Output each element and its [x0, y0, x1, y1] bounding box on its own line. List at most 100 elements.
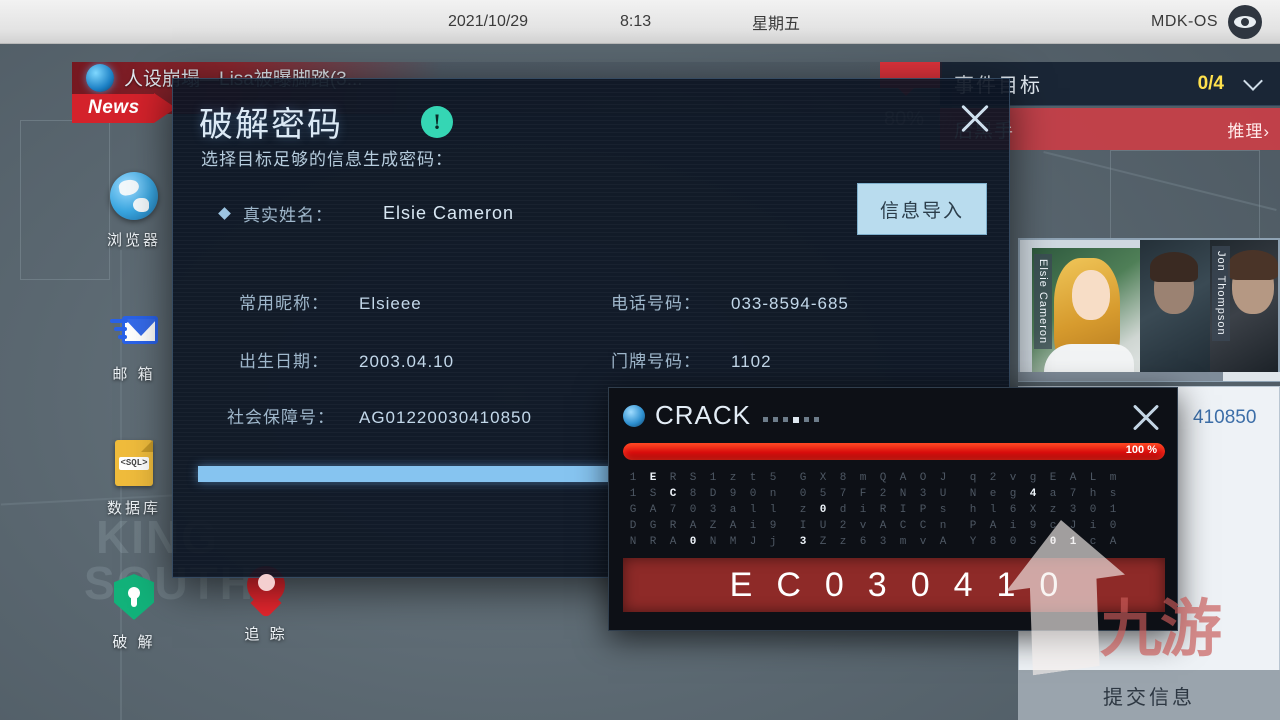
cipher-grid-cell: E [649, 472, 657, 484]
field-value: Elsieee [359, 294, 422, 313]
import-info-button[interactable]: 信息导入 [857, 183, 987, 235]
cipher-grid-cell: U [939, 488, 947, 500]
cipher-grid-cell: R [669, 472, 677, 484]
cipher-grid-cell: L [1089, 472, 1097, 484]
cipher-grid-cell: 0 [689, 504, 697, 516]
cipher-grid-cell: A [989, 520, 997, 532]
portrait-scrollbar[interactable] [1018, 372, 1280, 381]
cipher-grid-cell: 1 [709, 472, 717, 484]
cipher-grid-cell: j [769, 536, 777, 548]
cipher-grid-cell: t [749, 472, 757, 484]
cipher-grid-cell: a [729, 504, 737, 516]
cipher-grid-cell: 4 [1029, 488, 1037, 500]
loading-dots-icon [763, 416, 820, 423]
field-phone[interactable]: 电话号码： 033-8594-685 [611, 289, 849, 314]
field-label: 社会保障号： [227, 408, 335, 427]
cipher-grid-cell: G [649, 520, 657, 532]
field-value: 1102 [731, 352, 772, 371]
cipher-grid-row: 1ERS1zt5GX8mQAOJq2vgEALm [623, 470, 1165, 486]
cipher-grid-cell: A [1069, 472, 1077, 484]
cipher-grid-cell: 0 [1049, 536, 1057, 548]
field-value: 033-8594-685 [731, 294, 849, 313]
dock-label: 浏览器 [106, 232, 161, 249]
cipher-grid-cell: 7 [669, 504, 677, 516]
cipher-grid-cell: 5 [769, 472, 777, 484]
cipher-grid-cell: Z [819, 536, 827, 548]
cipher-grid-cell: F [859, 488, 867, 500]
cipher-grid-cell: m [859, 472, 867, 484]
cipher-grid-cell: N [899, 488, 907, 500]
portrait-card[interactable] [1140, 240, 1210, 380]
info-ssn-fragment: 410850 [1193, 407, 1257, 428]
close-icon[interactable] [1125, 396, 1167, 438]
crack-progress-percent: 100 % [1125, 444, 1157, 456]
cipher-grid-cell: 8 [839, 472, 847, 484]
close-icon[interactable] [951, 95, 997, 141]
crack-panel-title: CRACK [655, 400, 752, 430]
cipher-grid-cell: 5 [819, 488, 827, 500]
field-nickname[interactable]: 常用昵称： Elsieee [239, 289, 422, 314]
cipher-grid-cell: 2 [989, 472, 997, 484]
cipher-grid-cell: A [689, 520, 697, 532]
top-status-bar: 2021/10/29 8:13 星期五 MDK-OS [0, 0, 1280, 44]
field-label: 常用昵称： [239, 294, 329, 313]
cipher-grid-cell: A [729, 520, 737, 532]
cipher-grid-cell: 8 [689, 488, 697, 500]
cipher-grid-cell: A [1109, 536, 1117, 548]
globe-icon [623, 404, 645, 427]
dock-item-mail[interactable]: 邮 箱 [88, 306, 180, 384]
field-real-name[interactable]: 真实姓名： Elsie Cameron [218, 201, 515, 226]
cipher-grid-cell: z [839, 536, 847, 548]
cipher-grid-row: GA703allz0diRIPshl6Xz301 [623, 502, 1165, 518]
cipher-grid-cell: a [1049, 488, 1057, 500]
cipher-grid-cell: D [629, 520, 637, 532]
bullet-diamond-icon [218, 207, 231, 220]
chevron-down-icon[interactable] [1243, 71, 1263, 91]
submit-info-button[interactable]: 提交信息 [1018, 670, 1280, 720]
objectives-count: 0/4 [1197, 72, 1224, 94]
shield-lock-icon [110, 574, 158, 622]
cipher-grid-row: 1SC8D90n057F2N3UNeg4a7hs [623, 486, 1165, 502]
cipher-character-grid: 1ERS1zt5GX8mQAOJq2vgEALm1SC8D90n057F2N3U… [623, 470, 1165, 550]
cipher-grid-cell: v [859, 520, 867, 532]
cipher-grid-cell: U [819, 520, 827, 532]
cipher-grid-cell: X [1029, 504, 1037, 516]
cipher-grid-cell: d [839, 504, 847, 516]
news-tag-label: News [72, 93, 154, 123]
cipher-grid-cell: E [1049, 472, 1057, 484]
objective-deduce-link[interactable]: 推理› [1227, 117, 1270, 142]
portrait-card[interactable]: Elsie Cameron [1032, 248, 1140, 380]
cipher-grid-cell: n [769, 488, 777, 500]
portrait-card[interactable]: Jon Thompson [1210, 240, 1278, 380]
cipher-grid-cell: m [899, 536, 907, 548]
cipher-grid-cell: P [919, 504, 927, 516]
dock-item-browser[interactable]: 浏览器 [88, 172, 180, 250]
field-birthdate[interactable]: 出生日期： 2003.04.10 [239, 347, 454, 372]
loading-dot [814, 417, 820, 422]
cipher-grid-cell: S [1029, 536, 1037, 548]
cipher-grid-cell: v [1009, 472, 1017, 484]
field-ssn[interactable]: 社会保障号： AG01220030410850 [227, 403, 532, 428]
ghost-placeholder-text: 匿名电话 [407, 573, 491, 577]
dock-item-database[interactable]: <SQL> 数据库 [88, 440, 180, 518]
cipher-grid-row: DGRAZAi9IU2vACCnPAi9cJi0 [623, 518, 1165, 534]
cipher-grid-cell: h [1089, 488, 1097, 500]
cipher-grid-cell: i [859, 504, 867, 516]
mail-icon [110, 306, 158, 354]
portrait-name: Elsie Cameron [1034, 254, 1052, 350]
eye-logo-icon[interactable] [1228, 4, 1262, 39]
field-value: Elsie Cameron [383, 203, 515, 223]
character-portrait-strip[interactable]: Elsie Cameron Jon Thompson [1018, 238, 1280, 382]
cipher-grid-cell: 0 [819, 504, 827, 516]
cipher-grid-cell: 3 [1069, 504, 1077, 516]
cipher-grid-cell: N [629, 536, 637, 548]
cipher-grid-cell: Q [879, 472, 887, 484]
cipher-grid-cell: C [669, 488, 677, 500]
field-house-number[interactable]: 门牌号码： 1102 [611, 347, 772, 372]
cipher-grid-cell: z [729, 472, 737, 484]
dock-item-crack[interactable]: 破 解 [88, 574, 180, 652]
cipher-grid-cell: l [749, 504, 757, 516]
field-label: 电话号码： [611, 294, 701, 313]
status-date: 2021/10/29 [448, 12, 529, 30]
cipher-grid-cell: M [729, 536, 737, 548]
